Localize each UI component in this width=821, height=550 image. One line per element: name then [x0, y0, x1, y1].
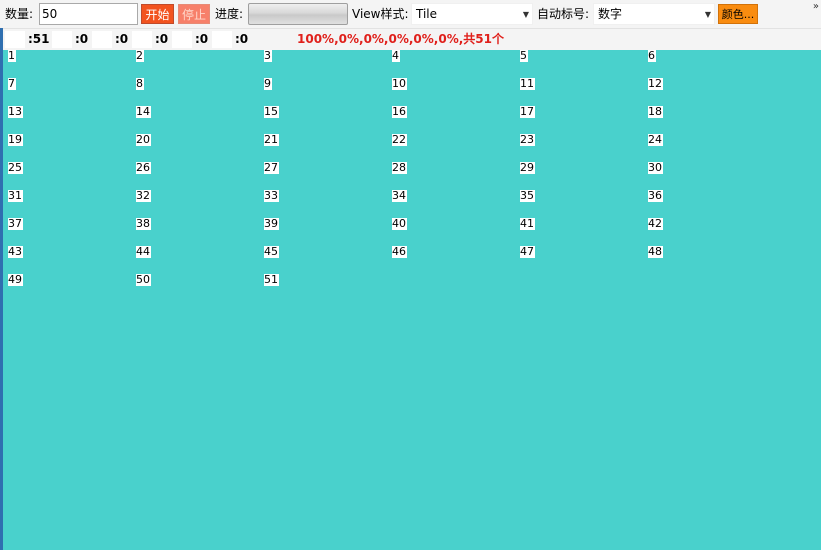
list-item[interactable]: 18 — [648, 106, 663, 118]
list-item[interactable]: 25 — [8, 162, 23, 174]
progress-bar — [248, 3, 348, 25]
status-value: :0 — [195, 32, 209, 46]
list-item[interactable]: 2 — [136, 50, 144, 62]
status-swatch — [92, 31, 112, 48]
list-item[interactable]: 50 — [136, 274, 151, 286]
auto-label-select[interactable]: 数字 ▼ — [593, 3, 715, 25]
list-item[interactable]: 27 — [264, 162, 279, 174]
view-style-select[interactable]: Tile ▼ — [411, 3, 533, 25]
list-item[interactable]: 48 — [648, 246, 663, 258]
list-item[interactable]: 5 — [520, 50, 528, 62]
dropdown-arrow-icon: ▼ — [704, 10, 711, 19]
list-item[interactable]: 13 — [8, 106, 23, 118]
status-value: :0 — [75, 32, 89, 46]
status-value: :0 — [235, 32, 249, 46]
list-item[interactable]: 21 — [264, 134, 279, 146]
statusbar: :51 :0 :0 :0 :0 :0 100%,0%,0%,0%,0%,0%,共… — [0, 29, 821, 50]
view-style-value: Tile — [416, 7, 438, 21]
list-item[interactable]: 41 — [520, 218, 535, 230]
list-item[interactable]: 44 — [136, 246, 151, 258]
toolbar: 数量: 50 开始 停止 进度: View样式: Tile ▼ 自动标号: 数字… — [0, 0, 821, 29]
list-item[interactable]: 3 — [264, 50, 272, 62]
list-item[interactable]: 32 — [136, 190, 151, 202]
list-item[interactable]: 17 — [520, 106, 535, 118]
list-item[interactable]: 9 — [264, 78, 272, 90]
list-item[interactable]: 28 — [392, 162, 407, 174]
status-swatch — [52, 31, 72, 48]
list-item[interactable]: 36 — [648, 190, 663, 202]
list-item[interactable]: 31 — [8, 190, 23, 202]
status-swatch — [132, 31, 152, 48]
list-item[interactable]: 51 — [264, 274, 279, 286]
list-item[interactable]: 42 — [648, 218, 663, 230]
list-item[interactable]: 30 — [648, 162, 663, 174]
color-button[interactable]: 颜色... — [718, 4, 758, 24]
list-item[interactable]: 40 — [392, 218, 407, 230]
list-item[interactable]: 26 — [136, 162, 151, 174]
list-item[interactable]: 37 — [8, 218, 23, 230]
list-item[interactable]: 33 — [264, 190, 279, 202]
list-item[interactable]: 11 — [520, 78, 535, 90]
list-item[interactable]: 4 — [392, 50, 400, 62]
list-item[interactable]: 45 — [264, 246, 279, 258]
status-swatch — [5, 31, 25, 48]
list-item[interactable]: 39 — [264, 218, 279, 230]
list-item[interactable]: 20 — [136, 134, 151, 146]
list-item[interactable]: 1 — [8, 50, 16, 62]
list-view[interactable]: 1 2 3 4 5 6 7 8 9 10 11 12 13 14 15 16 17 18 19 20 21 22 23 24 2… — [3, 50, 821, 550]
progress-label: 进度: — [215, 7, 244, 21]
list-item[interactable]: 7 — [8, 78, 16, 90]
status-swatch — [172, 31, 192, 48]
list-item[interactable]: 34 — [392, 190, 407, 202]
list-item[interactable]: 38 — [136, 218, 151, 230]
list-item[interactable]: 12 — [648, 78, 663, 90]
count-input[interactable]: 50 — [39, 3, 138, 25]
list-item[interactable]: 35 — [520, 190, 535, 202]
auto-label-label: 自动标号: — [537, 7, 590, 21]
status-summary: 100%,0%,0%,0%,0%,0%,共51个 — [297, 32, 504, 46]
list-item[interactable]: 23 — [520, 134, 535, 146]
list-item[interactable]: 49 — [8, 274, 23, 286]
status-value: :0 — [155, 32, 169, 46]
list-item[interactable]: 47 — [520, 246, 535, 258]
auto-label-value: 数字 — [598, 7, 623, 21]
start-button[interactable]: 开始 — [141, 4, 174, 24]
dropdown-arrow-icon: ▼ — [522, 10, 529, 19]
list-item[interactable]: 43 — [8, 246, 23, 258]
count-label: 数量: — [5, 7, 34, 21]
status-value: :51 — [28, 32, 50, 46]
list-item[interactable]: 29 — [520, 162, 535, 174]
list-item[interactable]: 10 — [392, 78, 407, 90]
status-swatch — [212, 31, 232, 48]
list-item[interactable]: 22 — [392, 134, 407, 146]
list-item[interactable]: 16 — [392, 106, 407, 118]
status-value: :0 — [115, 32, 129, 46]
list-item[interactable]: 46 — [392, 246, 407, 258]
list-item[interactable]: 8 — [136, 78, 144, 90]
list-item[interactable]: 19 — [8, 134, 23, 146]
list-item[interactable]: 14 — [136, 106, 151, 118]
view-style-label: View样式: — [352, 7, 409, 21]
list-item[interactable]: 15 — [264, 106, 279, 118]
stop-button[interactable]: 停止 — [178, 4, 210, 24]
list-item[interactable]: 24 — [648, 134, 663, 146]
list-item[interactable]: 6 — [648, 50, 656, 62]
double-chevron-right-icon[interactable]: » — [813, 1, 819, 12]
